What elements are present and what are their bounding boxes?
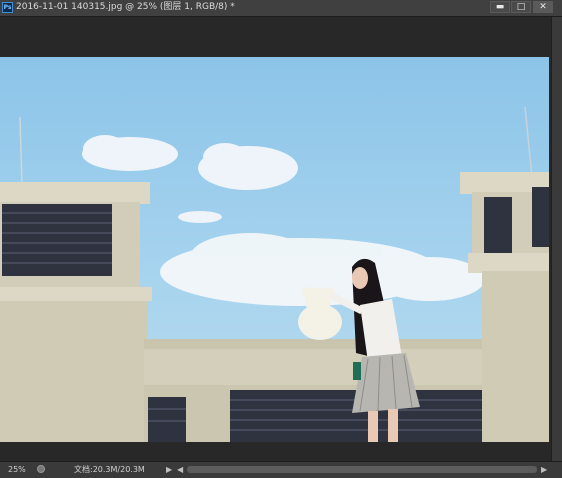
- status-bar: 25% 文档:20.3M/20.3M ▶ ◀ ▶: [0, 461, 562, 478]
- scroll-left-arrow-icon[interactable]: ◀: [177, 462, 183, 477]
- document-size-info[interactable]: 文档:20.3M/20.3M: [74, 462, 145, 477]
- status-menu-arrow-icon[interactable]: ▶: [166, 462, 172, 477]
- zoom-level[interactable]: 25%: [8, 462, 26, 477]
- horizontal-scrollbar-thumb[interactable]: [187, 466, 537, 473]
- maximize-button[interactable]: □: [511, 1, 531, 13]
- photo-canvas[interactable]: [0, 57, 549, 442]
- document-title-bar[interactable]: Ps 2016-11-01 140315.jpg @ 25% (图层 1, RG…: [0, 0, 562, 17]
- vertical-scrollbar[interactable]: [551, 17, 562, 461]
- document-title: 2016-11-01 140315.jpg @ 25% (图层 1, RGB/8…: [16, 2, 235, 12]
- photo-image: [0, 106, 549, 442]
- close-button[interactable]: ✕: [533, 1, 553, 13]
- minimize-button[interactable]: ▬: [490, 1, 510, 13]
- status-indicator-icon[interactable]: [37, 465, 45, 473]
- scroll-right-arrow-icon[interactable]: ▶: [541, 462, 547, 477]
- photoshop-icon: Ps: [2, 2, 13, 13]
- canvas-area[interactable]: [0, 17, 551, 461]
